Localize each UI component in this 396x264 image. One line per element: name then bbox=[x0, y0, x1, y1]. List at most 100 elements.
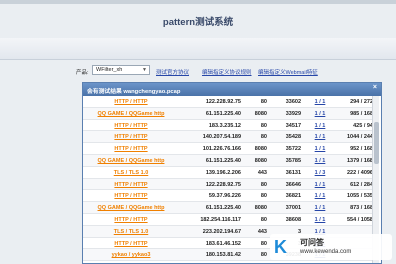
ip-cell: 180.153.81.42 bbox=[205, 252, 241, 259]
official-protocol-link[interactable]: 测试官方协议 bbox=[156, 68, 189, 76]
table-row: HTTP / HTTP 140.207.54.189 80 35428 1 / 1 104… bbox=[83, 131, 373, 144]
ip-cell: 61.151.225.40 bbox=[205, 205, 241, 212]
ratio-link[interactable]: 1 / 1 bbox=[309, 99, 331, 105]
bytes-cell: 873 / 168 bbox=[350, 205, 373, 212]
port-cell: 443 bbox=[257, 228, 267, 235]
ratio-link[interactable]: 1 / 1 bbox=[309, 123, 331, 129]
ratio-link[interactable]: 1 / 3 bbox=[309, 170, 331, 176]
protocol-link[interactable]: HTTP / HTTP bbox=[83, 241, 179, 247]
port-cell: 8080 bbox=[254, 146, 267, 153]
port-cell: 80 bbox=[260, 134, 267, 141]
custom-rule-link[interactable]: 编辑指定义协议规则 bbox=[202, 68, 252, 76]
bytes-cell: 612 / 284 bbox=[350, 181, 373, 188]
id-cell: 37001 bbox=[285, 205, 301, 212]
bytes-cell: 425 / 94 bbox=[353, 122, 373, 129]
table-row: QQ GAME / QQGame http 61.151.225.40 8080 35… bbox=[83, 154, 373, 167]
ratio-link[interactable]: 1 / 1 bbox=[309, 158, 331, 164]
ip-cell: 139.196.2.206 bbox=[205, 169, 241, 176]
ip-cell: 101.226.76.166 bbox=[202, 146, 241, 153]
port-cell: 80 bbox=[260, 181, 267, 188]
control-bar: 产品: WFilter_xh ▼ 测试官方协议 编辑指定义协议规则 编辑指定义W… bbox=[0, 64, 396, 80]
id-cell: 36646 bbox=[285, 181, 301, 188]
bytes-cell: 1044 / 244 bbox=[347, 134, 373, 141]
bytes-cell: 952 / 168 bbox=[350, 146, 373, 153]
port-cell: 80 bbox=[260, 252, 267, 259]
ratio-link[interactable]: 1 / 1 bbox=[309, 111, 331, 117]
protocol-link[interactable]: HTTP / HTTP bbox=[83, 99, 179, 105]
bytes-cell: 554 / 1058 bbox=[347, 216, 373, 223]
id-cell: 35722 bbox=[285, 146, 301, 153]
table-row: HTTP / HTTP 183.3.235.12 80 34517 1 / 1 425 /… bbox=[83, 120, 373, 132]
port-cell: 443 bbox=[257, 169, 267, 176]
app-title: pattern测试系统 bbox=[162, 17, 234, 28]
table-row: HTTP / HTTP 122.228.92.75 80 33602 1 / 1 294 … bbox=[83, 96, 373, 108]
dialog-title-bar: 会有测试结果 wangchengyao.pcap × bbox=[83, 83, 381, 96]
dialog-title: 会有测试结果 wangchengyao.pcap bbox=[87, 89, 181, 95]
protocol-link[interactable]: HTTP / HTTP bbox=[83, 123, 179, 129]
chevron-down-icon: ▼ bbox=[142, 67, 147, 73]
table-row: HTTP / HTTP 122.228.92.75 80 36646 1 / 1 612 … bbox=[83, 178, 373, 191]
protocol-select-value: WFilter_xh bbox=[96, 67, 123, 73]
ip-cell: 61.151.225.40 bbox=[205, 110, 241, 117]
protocol-link[interactable]: HTTP / HTTP bbox=[83, 146, 179, 152]
protocol-link[interactable]: TLS / TLS 1.0 bbox=[83, 170, 179, 176]
table-row: QQ GAME / QQGame http 61.151.225.40 8080 37… bbox=[83, 202, 373, 214]
bytes-cell: 985 / 168 bbox=[350, 110, 373, 117]
ip-cell: 61.151.225.40 bbox=[205, 157, 241, 164]
table-row: QQ GAME / QQGame http 61.151.225.40 8080 33… bbox=[83, 107, 373, 120]
watermark-url: www.kewenda.com bbox=[300, 249, 352, 255]
id-cell: 33602 bbox=[285, 99, 301, 105]
port-cell: 80 bbox=[260, 216, 267, 223]
ip-cell: 183.3.235.12 bbox=[208, 122, 241, 129]
bytes-cell: 1055 / 535 bbox=[347, 193, 373, 200]
port-cell: 8080 bbox=[254, 157, 267, 164]
ip-cell: 122.228.92.75 bbox=[205, 99, 241, 105]
ratio-link[interactable]: 1 / 1 bbox=[309, 134, 331, 140]
watermark-name: 可问答 bbox=[300, 238, 324, 247]
webmail-feature-link[interactable]: 编辑指定义Webmail特征 bbox=[258, 68, 318, 76]
bytes-cell: 1379 / 168 bbox=[347, 157, 373, 164]
id-cell: 35785 bbox=[285, 157, 301, 164]
protocol-select[interactable]: WFilter_xh ▼ bbox=[92, 65, 150, 75]
ip-cell: 122.228.92.75 bbox=[205, 181, 241, 188]
protocol-link[interactable]: HTTP / HTTP bbox=[83, 217, 179, 223]
id-cell: 33929 bbox=[285, 110, 301, 117]
header-band bbox=[0, 38, 396, 60]
ip-cell: 59.37.96.226 bbox=[208, 193, 241, 200]
ratio-link[interactable]: 1 / 1 bbox=[309, 146, 331, 152]
protocol-label: 产品: bbox=[76, 70, 89, 76]
port-cell: 8080 bbox=[254, 205, 267, 212]
port-cell: 80 bbox=[260, 122, 267, 129]
top-strip bbox=[0, 0, 396, 4]
ratio-link[interactable]: 1 / 1 bbox=[309, 193, 331, 199]
protocol-link[interactable]: QQ GAME / QQGame http bbox=[83, 111, 179, 117]
site-watermark: K 可问答 www.kewenda.com bbox=[270, 234, 392, 260]
id-cell: 34517 bbox=[285, 122, 301, 129]
scroll-thumb[interactable] bbox=[374, 122, 379, 164]
protocol-link[interactable]: HTTP / HTTP bbox=[83, 182, 179, 188]
ip-cell: 183.61.46.152 bbox=[205, 240, 241, 247]
protocol-link[interactable]: yykao / yykao3 bbox=[83, 252, 179, 258]
id-cell: 35428 bbox=[285, 134, 301, 141]
close-icon[interactable]: × bbox=[373, 84, 377, 91]
id-cell: 36131 bbox=[285, 169, 301, 176]
ip-cell: 223.202.194.67 bbox=[202, 228, 241, 235]
ip-cell: 182.254.116.117 bbox=[200, 216, 241, 223]
table-row: HTTP / HTTP 101.226.76.166 8080 35722 1 / 1 9… bbox=[83, 143, 373, 155]
table-row: TLS / TLS 1.0 139.196.2.206 443 36131 1 / 3 2… bbox=[83, 167, 373, 179]
protocol-link[interactable]: HTTP / HTTP bbox=[83, 193, 179, 199]
protocol-link[interactable]: TLS / TLS 1.0 bbox=[83, 229, 179, 235]
table-row: HTTP / HTTP 59.37.96.226 80 36821 1 / 1 1055 … bbox=[83, 190, 373, 203]
id-cell: 36821 bbox=[285, 193, 301, 200]
ratio-link[interactable]: 1 / 1 bbox=[309, 182, 331, 188]
port-cell: 80 bbox=[260, 193, 267, 200]
table-row: HTTP / HTTP 182.254.116.117 80 38608 1 / 1 55… bbox=[83, 214, 373, 226]
watermark-logo-icon: K bbox=[274, 237, 287, 257]
bytes-cell: 294 / 272 bbox=[350, 99, 373, 105]
ratio-link[interactable]: 1 / 1 bbox=[309, 217, 331, 223]
protocol-link[interactable]: QQ GAME / QQGame http bbox=[83, 205, 179, 211]
protocol-link[interactable]: HTTP / HTTP bbox=[83, 134, 179, 140]
ratio-link[interactable]: 1 / 1 bbox=[309, 205, 331, 211]
protocol-link[interactable]: QQ GAME / QQGame http bbox=[83, 158, 179, 164]
port-cell: 80 bbox=[260, 240, 267, 247]
